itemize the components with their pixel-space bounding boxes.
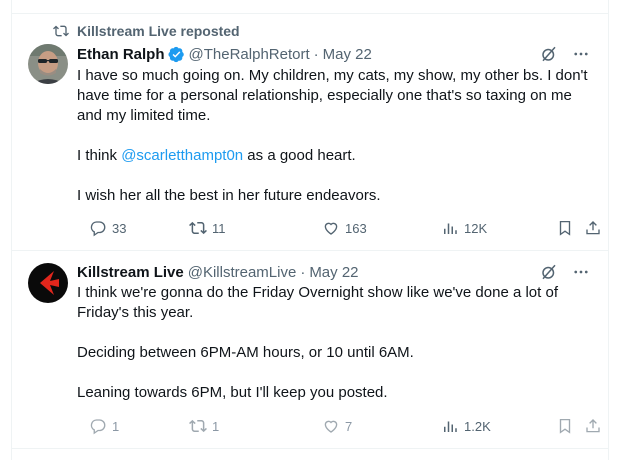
repost-indicator[interactable]: Killstream Live reposted <box>53 22 240 40</box>
views-count: 1.2K <box>464 418 491 434</box>
author-handle[interactable]: @TheRalphRetort <box>189 46 310 63</box>
tweet-header-actions <box>540 263 590 281</box>
like-icon <box>324 420 338 433</box>
mention-link[interactable]: @scarletthampt0n <box>121 147 243 164</box>
tweet-actions: 33 11 163 12K <box>77 218 600 238</box>
bookmark-icon <box>559 220 571 236</box>
share-icon <box>586 419 600 433</box>
share-button[interactable] <box>584 218 607 238</box>
tweet-paragraph: Deciding between 6PM-AM hours, or 10 unt… <box>77 344 414 361</box>
more-icon[interactable] <box>572 263 590 281</box>
reply-count: 1 <box>112 418 120 434</box>
repost-label: Killstream Live reposted <box>77 23 240 39</box>
tweet-actions: 1 1 7 1.2K <box>77 416 600 436</box>
verified-badge-icon[interactable] <box>167 46 185 63</box>
tweet-paragraph: I have so much going on. My children, my… <box>77 67 588 124</box>
tweet-text: I think we're gonna do the Friday Overni… <box>77 283 589 423</box>
repost-icon <box>189 221 207 235</box>
share-button[interactable] <box>584 416 607 436</box>
author-name[interactable]: Ethan Ralph <box>77 46 165 63</box>
tweet-paragraph: I think @scarletthampt0n as a good heart… <box>77 146 589 166</box>
views-button[interactable]: 12K <box>441 218 487 238</box>
share-icon <box>586 221 600 235</box>
bookmark-icon <box>559 418 571 434</box>
text-segment: as a good heart. <box>243 147 356 164</box>
reply-icon <box>90 221 106 237</box>
tweet-paragraph: I think we're gonna do the Friday Overni… <box>77 284 558 321</box>
views-button[interactable]: 1.2K <box>441 416 491 436</box>
reply-count: 33 <box>112 220 127 236</box>
reply-button[interactable]: 33 <box>89 218 126 238</box>
avatar[interactable] <box>28 44 68 84</box>
tweet-killstream-live[interactable]: Killstream Live @KillstreamLive · May 22… <box>12 250 608 449</box>
reply-button[interactable]: 1 <box>89 416 119 436</box>
separator: · <box>313 45 319 63</box>
views-icon <box>444 223 457 234</box>
tweet-header-actions <box>540 45 590 63</box>
avatar[interactable] <box>28 263 68 303</box>
bookmark-button[interactable] <box>556 416 579 436</box>
repost-icon <box>189 419 207 433</box>
repost-count: 11 <box>212 220 226 236</box>
repost-count: 1 <box>212 418 220 434</box>
repost-button[interactable]: 11 <box>189 218 226 238</box>
tweet-paragraph: Leaning towards 6PM, but I'll keep you p… <box>77 384 388 401</box>
views-icon <box>444 421 457 432</box>
grok-icon[interactable] <box>540 263 558 281</box>
tweet-header: Killstream Live @KillstreamLive · May 22 <box>77 261 359 283</box>
author-handle[interactable]: @KillstreamLive <box>188 264 297 281</box>
author-name[interactable]: Killstream Live <box>77 264 184 281</box>
views-count: 12K <box>464 220 488 236</box>
tweet-header: Ethan Ralph @TheRalphRetort · May 22 <box>77 43 372 65</box>
grok-icon[interactable] <box>540 45 558 63</box>
text-segment: I think <box>77 147 122 164</box>
avatar-image <box>28 263 68 303</box>
tweet-date[interactable]: May 22 <box>309 264 358 281</box>
bookmark-button[interactable] <box>556 218 579 238</box>
tweet-date[interactable]: May 22 <box>323 46 372 63</box>
repost-icon <box>53 25 69 37</box>
tweet-text: I have so much going on. My children, my… <box>77 66 589 226</box>
avatar-image <box>28 44 68 84</box>
like-button[interactable]: 7 <box>322 416 352 436</box>
like-button[interactable]: 163 <box>322 218 367 238</box>
tweet-paragraph: I wish her all the best in her future en… <box>77 187 381 204</box>
timeline: Killstream Live reposted Ethan Ralph @Th… <box>11 0 609 460</box>
like-count: 163 <box>345 220 367 236</box>
tweet-ethan-ralph[interactable]: Killstream Live reposted Ethan Ralph @Th… <box>12 13 608 251</box>
like-icon <box>324 222 338 235</box>
reply-icon <box>90 419 106 435</box>
separator: · <box>300 263 306 281</box>
more-icon[interactable] <box>572 45 590 63</box>
repost-button[interactable]: 1 <box>189 416 219 436</box>
like-count: 7 <box>345 418 353 434</box>
